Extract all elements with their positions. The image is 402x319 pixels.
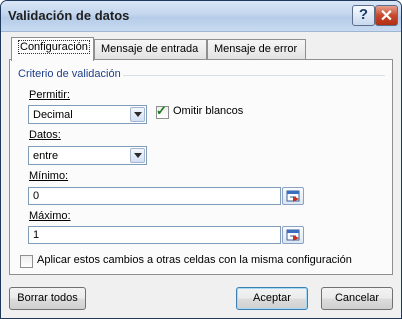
data-validation-dialog: Validación de datos ? ✕ Configuración Me…	[0, 0, 402, 319]
chevron-down-icon[interactable]	[130, 148, 145, 163]
max-input[interactable]: 1	[28, 226, 281, 244]
max-label: Máximo:	[29, 210, 71, 222]
min-input[interactable]: 0	[28, 187, 281, 205]
ok-button[interactable]: Aceptar	[236, 287, 308, 310]
min-label: Mínimo:	[29, 170, 69, 182]
ignore-blank-label: Omitir blancos	[173, 105, 244, 117]
close-icon: ✕	[379, 8, 394, 25]
group-title: Criterio de validación	[18, 68, 121, 80]
question-icon: ?	[358, 6, 369, 23]
dialog-title: Validación de datos	[8, 8, 130, 23]
collapse-dialog-icon	[286, 229, 300, 241]
tab-mensaje-de-error[interactable]: Mensaje de error	[207, 39, 306, 59]
apply-all-checkbox[interactable]	[20, 255, 33, 268]
min-range-selector-button[interactable]	[282, 187, 304, 205]
data-label: Datos:	[29, 129, 61, 141]
max-input-value: 1	[33, 229, 40, 241]
close-button[interactable]: ✕	[375, 5, 398, 26]
data-select-value: entre	[33, 150, 59, 162]
tab-mensaje-de-entrada[interactable]: Mensaje de entrada	[94, 39, 207, 59]
group-divider	[123, 75, 385, 76]
min-input-value: 0	[33, 190, 40, 202]
max-range-selector-button[interactable]	[282, 226, 304, 244]
tab-label: Mensaje de entrada	[101, 43, 199, 55]
allow-select[interactable]: Decimal	[28, 105, 147, 124]
clear-all-button[interactable]: Borrar todos	[9, 287, 86, 310]
collapse-dialog-icon	[286, 190, 300, 202]
data-select[interactable]: entre	[28, 146, 147, 165]
tab-label: Configuración	[18, 40, 90, 54]
chevron-down-icon[interactable]	[130, 107, 145, 122]
checkmark-icon: ✓	[156, 103, 167, 118]
allow-label: Permitir:	[29, 89, 70, 101]
tab-configuracion[interactable]: Configuración	[11, 37, 94, 61]
tab-label: Mensaje de error	[214, 43, 298, 55]
apply-all-label: Aplicar estos cambios a otras celdas con…	[37, 254, 352, 266]
cancel-button[interactable]: Cancelar	[321, 287, 393, 310]
title-bar[interactable]: Validación de datos ? ✕	[1, 1, 401, 32]
help-button[interactable]: ?	[352, 5, 375, 26]
allow-select-value: Decimal	[33, 109, 73, 121]
ignore-blank-checkbox[interactable]: ✓	[156, 103, 169, 119]
